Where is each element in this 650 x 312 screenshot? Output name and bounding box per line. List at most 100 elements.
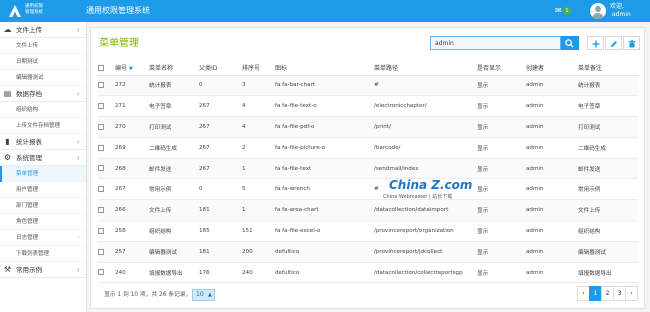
table-row[interactable]: 269 二维码生成 267 2 fa fa-file-picture-o/barcode… (98, 137, 638, 159)
bar-chart-icon: ▮ (5, 137, 10, 146)
sidebar-group-archive[interactable]: ▤ 数据存档 › (0, 86, 86, 102)
row-select-cell[interactable] (98, 158, 115, 180)
sidebar-item-menu-management[interactable]: 菜单管理 (0, 166, 86, 182)
cell-creator: admin (526, 95, 578, 118)
cell-remark: 文件上传 (578, 199, 638, 222)
column-header-id[interactable]: 编号 ▼ (115, 61, 149, 76)
chevron-left-icon: ‹ (77, 266, 80, 274)
cell-remark: 邮件发送 (578, 158, 638, 180)
sidebar-item-file-upload[interactable]: 文件上传 (0, 38, 86, 54)
cell-path: # (374, 75, 477, 97)
cell-remark: 常用示例 (578, 178, 638, 201)
row-checkbox[interactable] (98, 144, 104, 151)
table-row[interactable]: 257 编辑器测试 181 200 defultico/provincereport/j… (98, 241, 638, 263)
row-select-cell[interactable] (98, 137, 115, 159)
cell-remark: 编辑器测试 (578, 241, 638, 263)
sidebar-item-label: 上传文件存档管理 (16, 123, 61, 129)
cloud-upload-icon: ☁ (3, 25, 12, 34)
page-next-button[interactable]: › (625, 286, 638, 301)
sidebar-item-label: 部门管理 (16, 203, 39, 209)
cell-path: /electronicchapter/ (374, 95, 477, 118)
cell-parent-id: 181 (199, 199, 242, 222)
column-header-sort[interactable]: 排序号 (242, 61, 275, 76)
username[interactable]: admin (612, 11, 631, 19)
table-row[interactable]: 270 打印测试 267 4 fa fa-file-pdf-o/print/显示 admi… (98, 116, 638, 138)
edit-button[interactable] (605, 36, 622, 50)
row-select-cell[interactable] (98, 262, 115, 283)
row-select-cell[interactable] (98, 75, 115, 97)
row-select-cell[interactable] (98, 241, 115, 263)
cell-id: 271 (115, 95, 149, 118)
row-checkbox[interactable] (98, 123, 104, 130)
column-header-remark[interactable]: 菜单备注 (578, 61, 638, 76)
cell-remark: 组织结构 (578, 220, 638, 242)
column-header-path[interactable]: 菜单路径 (374, 61, 477, 76)
row-checkbox[interactable] (98, 165, 104, 172)
select-all-cell[interactable] (98, 61, 115, 76)
sidebar-item-label: 菜单管理 (16, 171, 39, 177)
wrench-icon: ⚒ (3, 265, 12, 274)
cell-id: 240 (115, 262, 149, 283)
row-select-cell[interactable] (98, 199, 115, 222)
gear-icon: ⚙ (3, 153, 12, 162)
table-row[interactable]: 258 组织结构 185 151 fa fa-file-excel-o/province… (98, 220, 638, 242)
row-checkbox[interactable] (98, 269, 104, 276)
notifications-button[interactable]: ✉ 1 (555, 6, 575, 16)
search-icon (565, 39, 574, 48)
avatar[interactable] (590, 3, 606, 19)
search-input[interactable] (430, 36, 561, 50)
search-button[interactable] (561, 36, 579, 50)
column-header-name[interactable]: 菜单名称 (149, 61, 199, 76)
column-header-parent-id[interactable]: 父类ID (199, 61, 242, 76)
row-checkbox[interactable] (98, 206, 104, 213)
cell-parent-id: 267 (199, 116, 242, 138)
sidebar-item-log-management[interactable]: 日志管理 › (0, 230, 86, 246)
cell-sort: 240 (242, 262, 275, 283)
sidebar-item-download-list[interactable]: 下载列表管理 (0, 246, 86, 262)
sidebar-item-dept-management[interactable]: 部门管理 (0, 198, 86, 214)
table-row[interactable]: 266 文件上传 181 1 fa fa-area-chart/datacollecti… (98, 199, 638, 222)
sidebar-item-upload-archive[interactable]: 上传文件存档管理 (0, 118, 86, 134)
column-header-visible[interactable]: 是否显示 (477, 61, 526, 76)
sidebar-group-label: 常用示例 (16, 266, 42, 274)
app-logo[interactable]: 通用权限 管理系统 (8, 3, 70, 19)
cell-id: 258 (115, 220, 149, 242)
cell-remark: 填报数据导出 (578, 262, 638, 283)
cell-name: 电子签章 (149, 95, 199, 118)
cell-creator: admin (526, 158, 578, 180)
row-checkbox[interactable] (98, 227, 104, 234)
cell-sort: 1 (242, 199, 275, 222)
sidebar-item-role-management[interactable]: 角色管理 (0, 214, 86, 230)
sidebar-group-file-upload[interactable]: ☁ 文件上传 ‹ (0, 22, 86, 38)
column-header-icon[interactable]: 图标 (275, 61, 374, 76)
row-checkbox[interactable] (98, 248, 104, 255)
row-checkbox[interactable] (98, 102, 104, 109)
table-row[interactable]: 272 统计报表 0 3 fa fa-bar-chart # 显示 admin 统计报表 (98, 75, 638, 97)
add-button[interactable] (587, 36, 604, 50)
row-checkbox[interactable] (98, 186, 104, 193)
archive-icon: ▤ (3, 89, 12, 98)
row-select-cell[interactable] (98, 178, 115, 201)
table-row[interactable]: 271 电子签章 267 4 fa fa-file-text-o/electronicc… (98, 95, 638, 118)
table-row[interactable]: 240 填报数据导出 176 240 defultico/datacollection/… (98, 262, 638, 283)
sidebar-group-examples[interactable]: ⚒ 常用示例 ‹ (0, 262, 86, 278)
sidebar-item-date-test[interactable]: 日期测试 (0, 54, 86, 70)
row-select-cell[interactable] (98, 95, 115, 118)
sidebar-item-user-management[interactable]: 用户管理 (0, 182, 86, 198)
table-row[interactable]: 267 常用示例 0 5 fa fa-wrench # 显示 admin 常用示例 (98, 178, 638, 201)
select-all-checkbox[interactable] (98, 64, 104, 71)
sidebar-group-label: 文件上传 (16, 26, 42, 34)
sidebar-item-editor-test[interactable]: 编辑器测试 (0, 70, 86, 86)
row-select-cell[interactable] (98, 116, 115, 138)
page-size-select[interactable]: 10 ▲ (192, 289, 215, 301)
delete-button[interactable] (623, 36, 640, 50)
row-checkbox[interactable] (98, 82, 104, 89)
page-size-value: 10 (196, 291, 204, 298)
table-row[interactable]: 268 邮件发送 267 1 fa fa-file-text/sendmail/inde… (98, 158, 638, 180)
column-header-creator[interactable]: 创建者 (526, 61, 578, 76)
sidebar-item-org-structure[interactable]: 组织结构 (0, 102, 86, 118)
sidebar-group-reports[interactable]: ▮ 统计报表 › (0, 134, 86, 150)
sidebar-group-system[interactable]: ⚙ 系统管理 ‹ (0, 150, 86, 166)
cell-name: 文件上传 (149, 199, 199, 222)
row-select-cell[interactable] (98, 220, 115, 242)
